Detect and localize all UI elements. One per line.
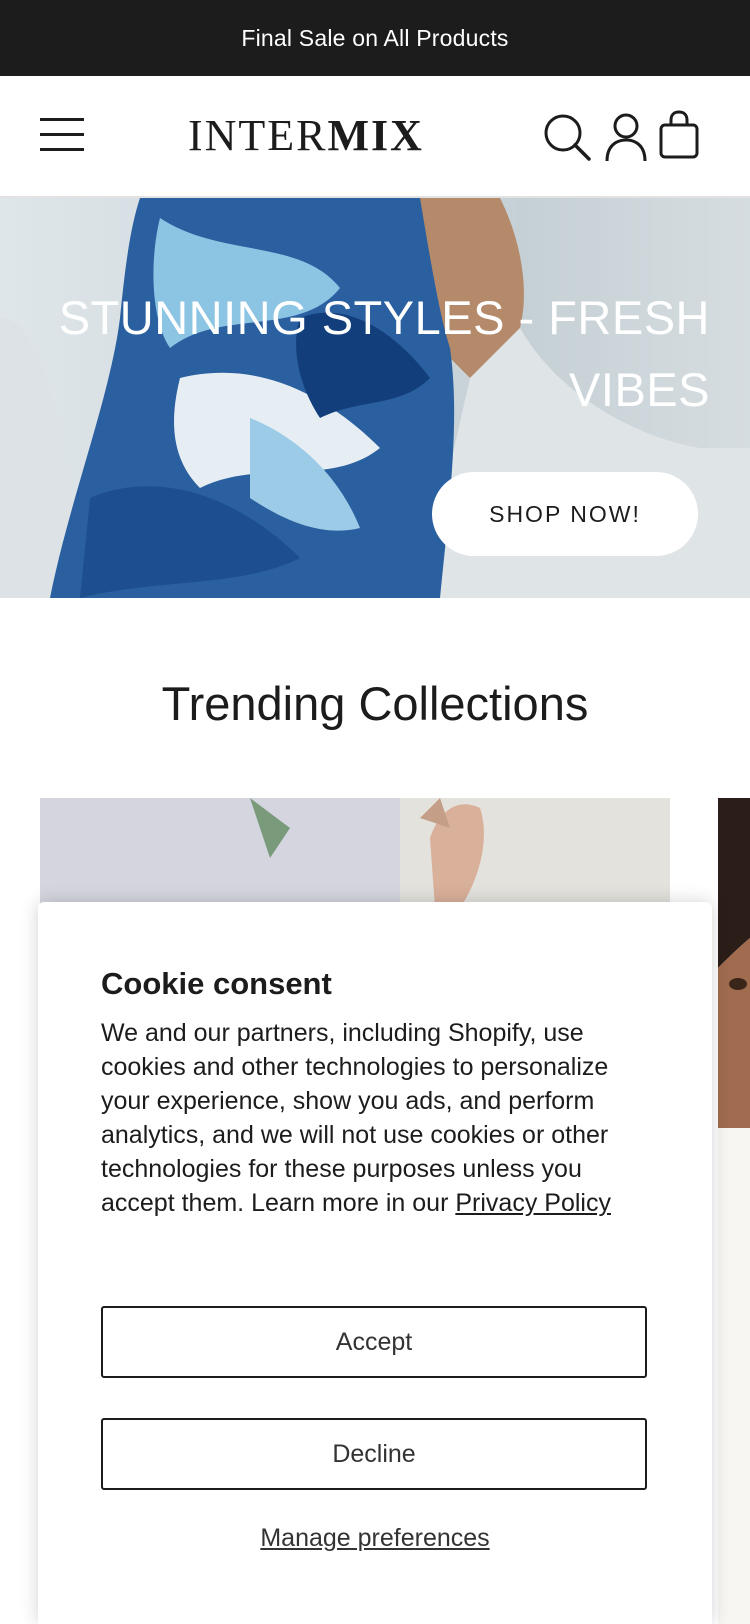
site-logo[interactable]: INTERMIX xyxy=(188,111,424,161)
site-header: INTERMIX xyxy=(0,76,750,198)
collection-image xyxy=(718,798,750,1624)
hero-headline: STUNNING STYLES - FRESH VIBES xyxy=(58,291,710,416)
decline-button[interactable]: Decline xyxy=(101,1418,647,1490)
shopping-bag-icon[interactable] xyxy=(658,110,700,160)
accept-button[interactable]: Accept xyxy=(101,1306,647,1378)
cookie-consent-dialog: Cookie consent We and our partners, incl… xyxy=(38,902,712,1624)
section-title: Trending Collections xyxy=(161,677,589,730)
manage-preferences-link[interactable]: Manage preferences xyxy=(38,1524,712,1553)
logo-text-bold: MIX xyxy=(327,111,424,160)
announcement-text: Final Sale on All Products xyxy=(241,24,509,51)
search-icon[interactable] xyxy=(542,112,592,162)
hero-banner: STUNNING STYLES - FRESH VIBES SHOP NOW! xyxy=(0,198,750,598)
hamburger-icon[interactable] xyxy=(40,118,84,152)
cookie-title: Cookie consent xyxy=(101,966,332,1001)
logo-text-thin: INTER xyxy=(188,111,328,160)
privacy-policy-link[interactable]: Privacy Policy xyxy=(455,1189,611,1217)
cookie-body: We and our partners, including Shopify, … xyxy=(101,1016,661,1220)
shop-now-button[interactable]: SHOP NOW! xyxy=(432,472,698,556)
collection-card[interactable] xyxy=(718,798,750,1624)
announcement-bar: Final Sale on All Products xyxy=(0,0,750,76)
cookie-body-text: We and our partners, including Shopify, … xyxy=(101,1019,609,1217)
user-icon[interactable] xyxy=(604,112,648,162)
